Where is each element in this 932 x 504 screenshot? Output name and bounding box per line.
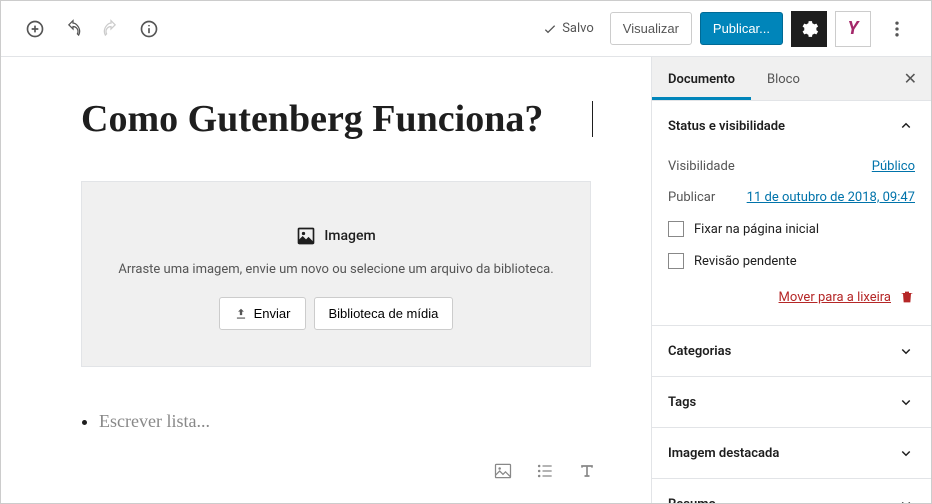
insert-text-button[interactable] bbox=[575, 459, 599, 483]
add-block-button[interactable] bbox=[17, 11, 53, 47]
image-block-placeholder[interactable]: Imagem Arraste uma imagem, envie um novo… bbox=[81, 181, 591, 367]
panel-tags-toggle[interactable]: Tags bbox=[652, 377, 931, 427]
publish-button[interactable]: Publicar... bbox=[700, 12, 783, 45]
check-icon bbox=[542, 21, 558, 37]
publish-date-label: Publicar bbox=[668, 190, 715, 205]
post-title[interactable]: Como Gutenberg Funciona? bbox=[81, 97, 591, 141]
image-icon bbox=[296, 226, 316, 246]
pending-label: Revisão pendente bbox=[694, 254, 797, 269]
tab-document[interactable]: Documento bbox=[652, 58, 751, 99]
redo-button[interactable] bbox=[93, 11, 129, 47]
insert-image-button[interactable] bbox=[491, 459, 515, 483]
insert-list-button[interactable] bbox=[533, 459, 557, 483]
undo-button[interactable] bbox=[55, 11, 91, 47]
panel-categories-toggle[interactable]: Categorias bbox=[652, 326, 931, 376]
more-menu-button[interactable] bbox=[879, 11, 915, 47]
sticky-checkbox[interactable] bbox=[668, 221, 684, 237]
chevron-down-icon bbox=[897, 342, 915, 360]
sticky-label: Fixar na página inicial bbox=[694, 222, 819, 237]
chevron-down-icon bbox=[897, 495, 915, 503]
trash-button[interactable]: Mover para a lixeira bbox=[779, 290, 891, 305]
yoast-button[interactable]: Y bbox=[835, 11, 871, 47]
upload-button[interactable]: Enviar bbox=[219, 297, 306, 330]
preview-button[interactable]: Visualizar bbox=[610, 12, 692, 45]
chevron-down-icon bbox=[897, 393, 915, 411]
chevron-up-icon bbox=[897, 117, 915, 135]
image-block-label: Imagem bbox=[324, 228, 375, 244]
info-button[interactable] bbox=[131, 11, 167, 47]
block-inserter-toolbar bbox=[491, 459, 599, 483]
list-placeholder: Escrever lista... bbox=[99, 411, 210, 431]
settings-button[interactable] bbox=[791, 11, 827, 47]
pending-checkbox[interactable] bbox=[668, 253, 684, 269]
publish-date-value[interactable]: 11 de outubro de 2018, 09:47 bbox=[747, 190, 915, 205]
save-status: Salvo bbox=[542, 21, 594, 37]
tab-block[interactable]: Bloco bbox=[751, 58, 816, 99]
list-block[interactable]: Escrever lista... bbox=[81, 411, 591, 432]
image-block-hint: Arraste uma imagem, envie um novo ou sel… bbox=[102, 262, 570, 277]
panel-tags: Tags bbox=[652, 377, 931, 428]
panel-featured-image-toggle[interactable]: Imagem destacada bbox=[652, 428, 931, 478]
editor-canvas[interactable]: Como Gutenberg Funciona? Imagem Arraste … bbox=[1, 57, 651, 503]
panel-featured-image: Imagem destacada bbox=[652, 428, 931, 479]
panel-status-toggle[interactable]: Status e visibilidade bbox=[652, 101, 931, 151]
panel-excerpt: Resumo bbox=[652, 479, 931, 503]
trash-icon bbox=[899, 289, 915, 305]
top-toolbar: Salvo Visualizar Publicar... Y bbox=[1, 1, 931, 57]
chevron-down-icon bbox=[897, 444, 915, 462]
panel-excerpt-toggle[interactable]: Resumo bbox=[652, 479, 931, 503]
visibility-label: Visibilidade bbox=[668, 159, 735, 174]
upload-icon bbox=[234, 307, 248, 321]
close-sidebar-button[interactable]: ✕ bbox=[890, 57, 931, 100]
settings-sidebar: Documento Bloco ✕ Status e visibilidade … bbox=[651, 57, 931, 503]
panel-status: Status e visibilidade Visibilidade Públi… bbox=[652, 101, 931, 326]
panel-categories: Categorias bbox=[652, 326, 931, 377]
visibility-value[interactable]: Público bbox=[872, 159, 915, 174]
gear-icon bbox=[799, 19, 819, 39]
media-library-button[interactable]: Biblioteca de mídia bbox=[314, 297, 454, 330]
